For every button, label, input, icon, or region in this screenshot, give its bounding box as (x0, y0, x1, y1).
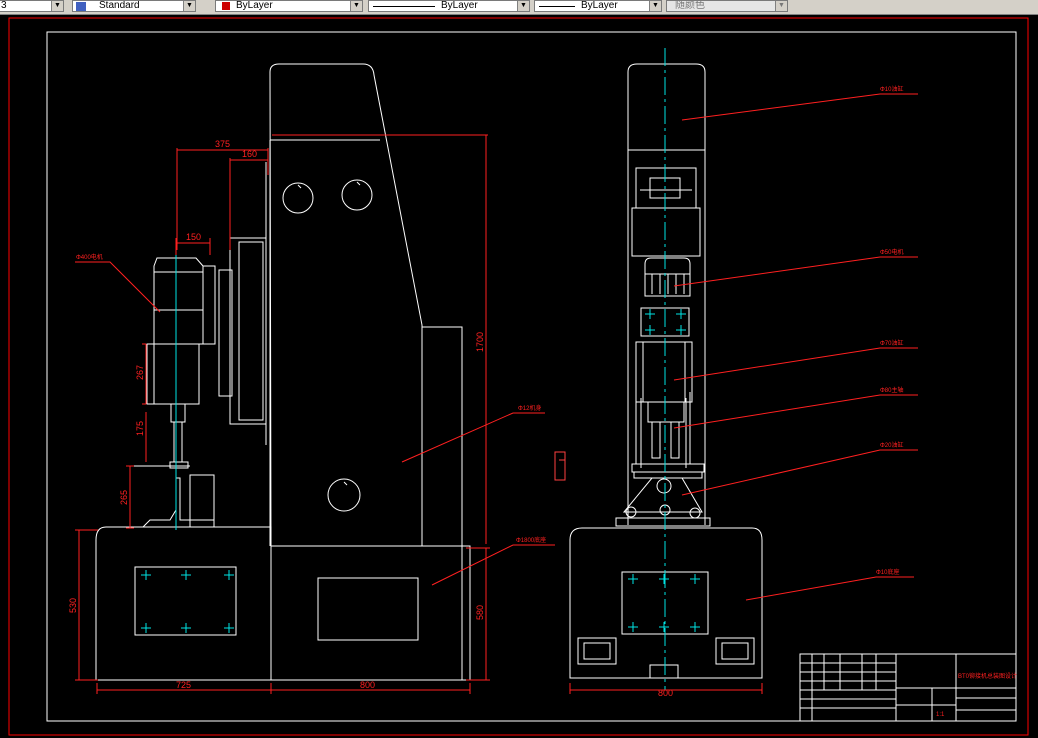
callout-labels: Φ400电机 Φ12机身 Φ1800底座 Φ10油缸 Φ50电机 Φ70油缸 Φ… (76, 85, 903, 576)
press-motor (153, 257, 204, 345)
front-base-left (95, 526, 272, 681)
dim-150: 150 (186, 232, 201, 242)
side-base (569, 527, 763, 679)
dimension-labels: 375 160 150 267 175 265 1700 530 580 725… (68, 139, 673, 698)
dim-267: 267 (135, 365, 145, 380)
leader-r3 (673, 347, 918, 381)
leader-r2 (673, 256, 918, 287)
side-motor-housing (631, 207, 701, 257)
dim-800-front: 800 (360, 680, 375, 690)
dim-580: 580 (475, 605, 485, 620)
leader-left-motor (75, 261, 161, 313)
leader-column (401, 412, 545, 463)
callout-r6: Φ10底座 (876, 568, 899, 576)
front-view (95, 63, 471, 681)
drawing-canvas[interactable]: 375 160 150 267 175 265 1700 530 580 725… (0, 15, 1038, 738)
side-view-dimensions (554, 93, 918, 694)
chevron-down-icon[interactable]: ▼ (51, 1, 63, 11)
callout-column: Φ12机身 (518, 404, 541, 412)
title-block-scale: 1:1 (936, 712, 945, 718)
front-base-right (270, 545, 463, 681)
dim-265: 265 (119, 490, 129, 505)
text-style-dropdown[interactable]: Standard ▼ (72, 0, 196, 12)
anvil (141, 477, 215, 528)
callout-base: Φ1800底座 (516, 536, 546, 544)
chevron-down-icon[interactable]: ▼ (517, 1, 529, 11)
title-block (799, 653, 1017, 722)
lineweight-sample-icon (539, 6, 575, 7)
side-head-top (627, 63, 706, 151)
dim-725: 725 (176, 680, 191, 690)
callout-r4: Φ80主轴 (880, 386, 903, 394)
plot-style-dropdown[interactable]: 随颜色 ▼ (666, 0, 788, 12)
dim-375: 375 (215, 139, 230, 149)
color-swatch-icon (222, 2, 230, 10)
title-block-text: BT0铆接机总装图设计 1:1 (936, 672, 1017, 718)
sheet-outer-frame (8, 17, 1029, 736)
base-door-right (317, 577, 419, 641)
chevron-down-icon[interactable]: ▼ (350, 1, 362, 11)
chevron-down-icon[interactable]: ▼ (183, 1, 195, 11)
column-outline (269, 63, 423, 547)
handwheel-lower (327, 478, 361, 512)
riveting-linkage (622, 477, 703, 513)
style-dropdown-partial[interactable]: 3 ▼ (0, 0, 64, 12)
properties-toolbar: 3 ▼ Standard ▼ ByLayer ▼ ByLayer ▼ ByLay… (0, 0, 1038, 15)
chevron-down-icon[interactable]: ▼ (649, 1, 661, 11)
handwheel-upper-right (341, 179, 373, 211)
leader-base (431, 544, 555, 586)
dim-175: 175 (135, 421, 145, 436)
side-view-centerlines (628, 48, 700, 690)
sheet-inner-frame (46, 31, 1017, 722)
text-style-icon (76, 2, 86, 11)
chevron-down-icon[interactable]: ▼ (775, 1, 787, 11)
linetype-sample-icon (373, 6, 435, 7)
leader-r4 (673, 394, 918, 429)
callout-r3: Φ70油缸 (880, 339, 903, 347)
dim-160: 160 (242, 149, 257, 159)
color-dropdown[interactable]: ByLayer ▼ (215, 0, 363, 12)
side-gearbox (635, 167, 697, 209)
callout-left-motor: Φ400电机 (76, 253, 103, 261)
leader-r6 (745, 576, 914, 601)
section-marker (554, 451, 566, 481)
column-side-panel (421, 326, 463, 547)
handwheel-upper-left (282, 182, 314, 214)
title-block-name: BT0铆接机总装图设计 (958, 672, 1017, 680)
leader-r5 (681, 449, 918, 496)
slide-plate (229, 237, 267, 425)
callout-r2: Φ50电机 (880, 248, 903, 256)
callout-r1: Φ10油缸 (880, 85, 903, 93)
dim-530: 530 (68, 598, 78, 613)
linetype-dropdown[interactable]: ByLayer ▼ (368, 0, 530, 12)
leader-r1 (681, 93, 918, 121)
lineweight-dropdown[interactable]: ByLayer ▼ (534, 0, 662, 12)
dim-800-side: 800 (658, 688, 673, 698)
callout-r5: Φ20油缸 (880, 441, 903, 449)
dim-1700: 1700 (475, 332, 485, 352)
